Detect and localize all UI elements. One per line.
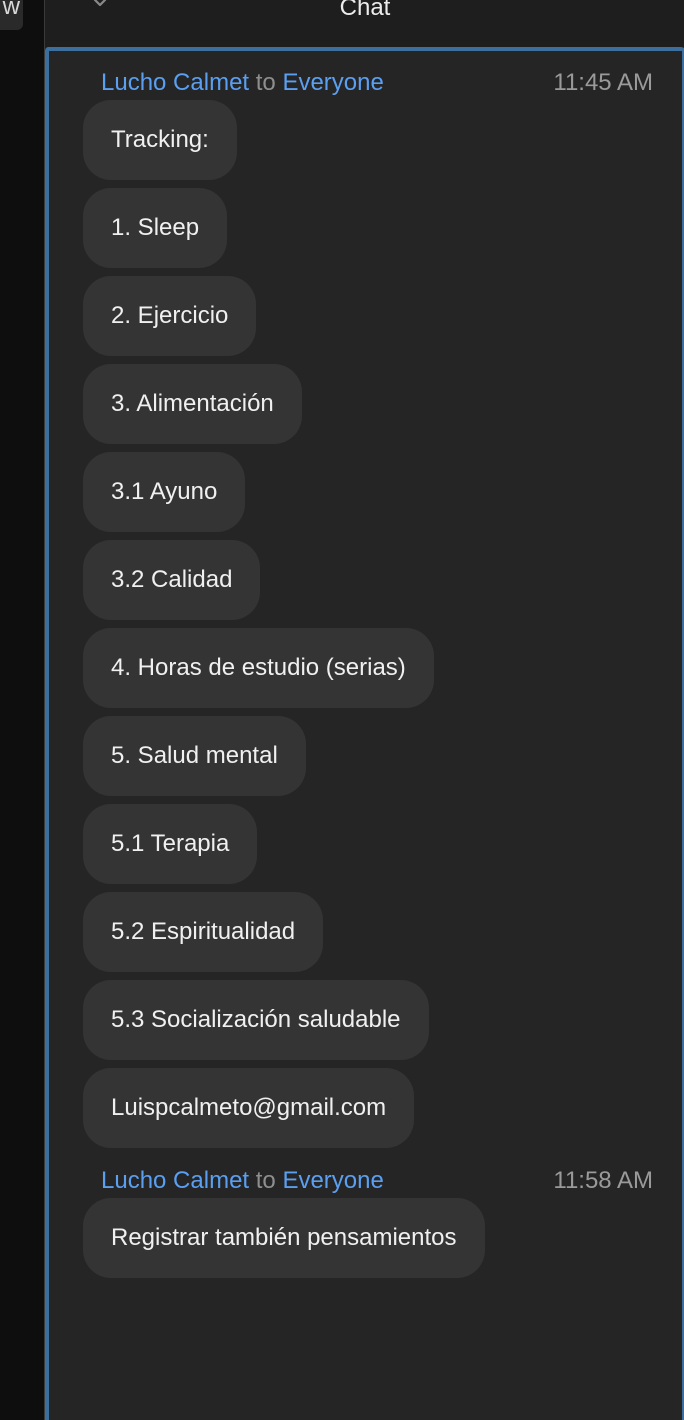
recipient-name[interactable]: Everyone — [282, 1167, 383, 1194]
recipient-name[interactable]: Everyone — [282, 69, 383, 96]
message-header: Lucho Calmet to Everyone 11:45 AM — [101, 67, 653, 99]
message-bubble[interactable]: 2. Ejercicio — [83, 276, 257, 356]
to-label: to — [255, 1167, 276, 1194]
message-bubble[interactable]: 3.1 Ayuno — [83, 452, 246, 532]
message-bubble[interactable]: 1. Sleep — [83, 188, 228, 268]
chat-message-list[interactable]: Lucho Calmet to Everyone 11:45 AM Tracki… — [45, 47, 684, 1420]
sender-name[interactable]: Lucho Calmet — [101, 1167, 249, 1194]
chat-panel-header: Chat — [45, 0, 684, 47]
chat-panel-title: Chat — [339, 0, 391, 21]
left-panel-tab[interactable]: w — [0, 0, 23, 30]
message-bubble[interactable]: Registrar también pensamientos — [83, 1198, 485, 1278]
message-timestamp: 11:45 AM — [553, 69, 653, 96]
message-bubble[interactable]: Luispcalmeto@gmail.com — [83, 1068, 415, 1148]
to-label: to — [255, 69, 276, 96]
message-bubble[interactable]: Tracking: — [83, 100, 237, 180]
sender-name[interactable]: Lucho Calmet — [101, 69, 249, 96]
message-bubble[interactable]: 3.2 Calidad — [83, 540, 261, 620]
message-bubble[interactable]: 5.2 Espiritualidad — [83, 892, 324, 972]
message-bubble[interactable]: 5.3 Socialización saludable — [83, 980, 429, 1060]
message-bubble[interactable]: 5. Salud mental — [83, 716, 306, 796]
left-side-panel: w — [0, 0, 44, 1420]
chat-panel: Chat Lucho Calmet to Everyone 11:45 AM T… — [44, 0, 684, 1420]
message-bubble[interactable]: 3. Alimentación — [83, 364, 302, 444]
message-header: Lucho Calmet to Everyone 11:58 AM — [101, 1165, 653, 1197]
message-bubble[interactable]: 4. Horas de estudio (serias) — [83, 628, 434, 708]
message-timestamp: 11:58 AM — [553, 1167, 653, 1194]
message-bubble[interactable]: 5.1 Terapia — [83, 804, 258, 884]
